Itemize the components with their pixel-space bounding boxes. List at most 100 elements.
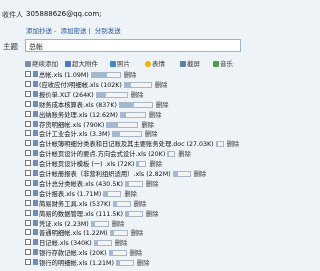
add-cc-link[interactable]: 添加抄送 — [26, 27, 52, 35]
scissors-icon — [180, 61, 186, 67]
delete-attachment-link[interactable]: 删除 — [156, 102, 169, 109]
attachment-checkbox[interactable] — [25, 140, 31, 147]
photo-button[interactable]: 照片 — [110, 58, 130, 68]
attachment-checkbox[interactable] — [25, 219, 31, 226]
upload-progress-bar — [124, 180, 143, 187]
upload-progress-bar — [106, 121, 139, 128]
delete-attachment-link[interactable]: 删除 — [124, 72, 137, 79]
paperclip-icon — [25, 61, 31, 67]
upload-progress-bar — [90, 220, 109, 227]
add-bcc-link[interactable]: 添加密送 — [60, 27, 86, 35]
upload-progress-fill — [107, 122, 118, 127]
attachment-name-text: 银行的明细帐.xls (1.21M) — [39, 260, 114, 268]
attachment-checkbox[interactable] — [25, 71, 31, 77]
attachment-item: 会计帐簿明细分类表和日记账及其主要账务处理.doc (27.03K) 删除 — [25, 139, 241, 148]
attachment-checkbox[interactable] — [25, 90, 31, 97]
upload-progress-fill — [96, 92, 106, 97]
delete-attachment-link[interactable]: 删除 — [149, 161, 162, 168]
attachment-checkbox[interactable] — [25, 259, 31, 266]
upload-progress-bar — [108, 250, 127, 257]
attachment-item: 会计总分类帐表.xls (430.5K) 删除 — [25, 179, 241, 188]
send-separately-link[interactable]: 分别发送 — [95, 27, 121, 35]
continue-add-button[interactable]: 继续添加 — [25, 58, 58, 68]
file-icon — [33, 209, 38, 216]
music-button[interactable]: 音乐 — [213, 58, 233, 68]
attachment-item: 凭证.xls (2.23M) 删除 — [25, 219, 241, 228]
delete-attachment-link[interactable]: 删除 — [149, 112, 162, 119]
recipient-field[interactable]: 305888626@qq.com; — [26, 10, 102, 18]
delete-attachment-link[interactable]: 删除 — [141, 122, 154, 129]
attachment-item: 总帐.xls (1.09M) 删除 — [25, 70, 241, 79]
attachment-checkbox[interactable] — [25, 209, 31, 216]
attachment-name-text: 会计帐页设计的要点.方向会式设计.xls (20K) — [39, 151, 166, 159]
attachment-checkbox[interactable] — [25, 80, 31, 87]
delete-attachment-link[interactable]: 删除 — [178, 151, 191, 158]
delete-attachment-link[interactable]: 删除 — [124, 191, 137, 198]
attachment-checkbox[interactable] — [25, 249, 31, 256]
file-icon — [33, 160, 38, 167]
attachment-name: 会计帐簿明细分类表和日记账及其主要账务处理.doc (27.03K) 删除 — [39, 139, 239, 148]
attachment-checkbox[interactable] — [25, 100, 31, 107]
attachment-checkbox[interactable] — [25, 110, 31, 117]
attachment-item: 报价单.XLT (264K) 删除 — [25, 90, 241, 99]
attachment-name-text: 会计工业会计.xls (3.3M) — [39, 131, 110, 139]
delete-attachment-link[interactable]: 删除 — [131, 230, 144, 237]
attachment-checkbox[interactable] — [25, 170, 31, 176]
attachment-item: 存货明细帐.xls (790K) 删除 — [25, 120, 241, 129]
delete-attachment-link[interactable]: 删除 — [137, 260, 150, 267]
attachment-checkbox[interactable] — [25, 239, 31, 246]
delete-attachment-link[interactable]: 删除 — [227, 141, 240, 148]
delete-attachment-link[interactable]: 删除 — [145, 131, 158, 138]
attachment-checkbox[interactable] — [25, 189, 31, 196]
delete-attachment-link[interactable]: 删除 — [130, 250, 143, 257]
emoji-button[interactable]: 表情 — [145, 58, 165, 68]
upload-progress-bar — [109, 230, 128, 237]
attachment-checkbox[interactable] — [25, 150, 31, 157]
subject-row: 主题 总帐 — [0, 38, 241, 54]
delete-attachment-link[interactable]: 删除 — [131, 92, 144, 99]
delete-attachment-link[interactable]: 删除 — [146, 211, 159, 218]
attachment-checkbox[interactable] — [25, 130, 31, 137]
upload-progress-fill — [173, 172, 178, 176]
upload-progress-fill — [125, 211, 130, 216]
upload-progress-fill — [94, 241, 98, 246]
attachment-checkbox[interactable] — [25, 160, 31, 167]
attachment-name: 会计报表.xls (1.71M) 删除 — [39, 189, 137, 198]
upload-progress-fill — [91, 221, 95, 226]
delete-attachment-link[interactable]: 删除 — [194, 171, 207, 178]
attachment-checkbox[interactable] — [25, 199, 31, 206]
delete-attachment-link[interactable]: 删除 — [112, 221, 125, 228]
delete-attachment-link[interactable]: 删除 — [146, 181, 159, 188]
attachment-name: 凭证.xls (2.23M) 删除 — [39, 219, 124, 228]
file-icon — [33, 71, 38, 77]
attachment-name-text: 会计总分类帐表.xls (430.5K) — [39, 180, 123, 188]
upload-progress-fill — [168, 152, 169, 157]
recipient-options: 添加抄送 - 添加密送 | 分别发送 — [26, 27, 121, 35]
attachment-name-text: 日记帐.xls (340K) — [39, 240, 92, 248]
upload-progress-bar — [124, 210, 143, 217]
subject-input[interactable]: 总帐 — [25, 39, 241, 52]
attachment-name: 存货明细帐.xls (790K) 删除 — [39, 120, 154, 129]
attachment-checkbox[interactable] — [25, 120, 31, 127]
attachment-item: 财务成本核算表.xls (837K) 删除 — [25, 100, 241, 109]
attachment-checkbox[interactable] — [25, 229, 31, 236]
attachment-name-text: 会计帐页设计模板 (一) .xls (72K) — [39, 161, 135, 169]
attachment-checkbox[interactable] — [25, 179, 31, 186]
upload-progress-fill — [120, 112, 126, 117]
upload-progress-bar — [119, 111, 146, 118]
delete-attachment-link[interactable]: 删除 — [134, 201, 147, 208]
file-icon — [33, 179, 38, 186]
attachment-name-text: 普通明细帐.xls (1.22M) — [39, 230, 108, 238]
attachment-item: 银行的明细帐.xls (1.21M) 删除 — [25, 258, 241, 267]
screenshot-button[interactable]: 截屏 — [180, 58, 200, 68]
upload-progress-fill — [109, 251, 113, 256]
large-attachment-button[interactable]: 超大附件 — [65, 58, 98, 68]
delete-attachment-link[interactable]: 删除 — [155, 82, 168, 89]
upload-progress-bar — [172, 171, 191, 177]
attachment-item: 会计帐页设计的要点.方向会式设计.xls (20K) 删除 — [25, 149, 241, 158]
upload-progress-bar — [103, 190, 122, 197]
delete-attachment-link[interactable]: 删除 — [115, 240, 128, 247]
attachment-name-text: 会计帐簿明细分类表和日记账及其主要账务处理.doc (27.03K) — [39, 141, 214, 149]
attachment-name: 简易的数据管理.xls (111.5K) 删除 — [39, 209, 159, 218]
attachment-name: 日记帐.xls (340K) 删除 — [39, 238, 127, 247]
